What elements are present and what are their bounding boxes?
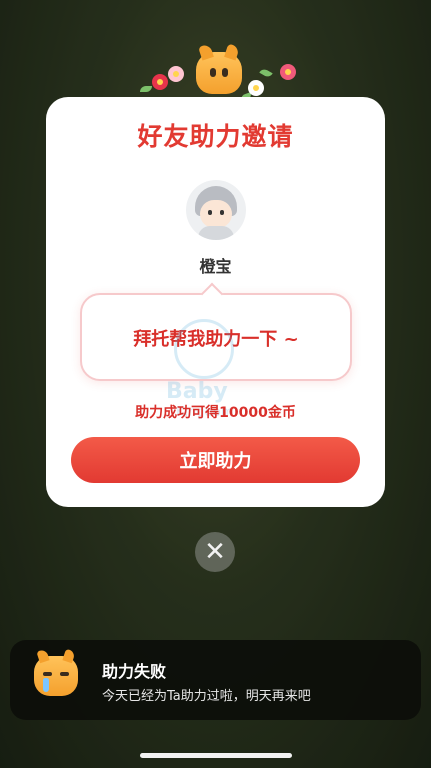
invite-card: 好友助力邀请 橙宝 拜托帮我助力一下 ~ Baby Kingdom 助力成功可得… bbox=[46, 97, 385, 507]
flower-icon bbox=[168, 66, 184, 82]
toast-message: 今天已经为Ta助力过啦，明天再来吧 bbox=[102, 689, 311, 704]
reward-text: 助力成功可得10000金币 bbox=[135, 405, 296, 421]
inviter-avatar bbox=[186, 180, 246, 240]
flower-icon bbox=[152, 74, 168, 90]
flower-icon bbox=[280, 64, 296, 80]
close-button[interactable]: ✕ bbox=[195, 532, 235, 572]
toast-notification: 助力失败 今天已经为Ta助力过啦，明天再来吧 bbox=[10, 640, 421, 720]
toast-title: 助力失败 bbox=[102, 662, 167, 681]
home-indicator[interactable] bbox=[140, 753, 292, 758]
leaf-icon bbox=[259, 67, 273, 79]
close-icon: ✕ bbox=[204, 537, 226, 567]
inviter-name: 橙宝 bbox=[199, 257, 232, 276]
card-title: 好友助力邀请 bbox=[137, 122, 294, 151]
mascot-icon bbox=[196, 52, 242, 94]
leaf-icon bbox=[140, 86, 152, 92]
flower-icon bbox=[248, 80, 264, 96]
bubble-message: 拜托帮我助力一下 ~ bbox=[133, 329, 299, 350]
crying-mascot-icon bbox=[34, 656, 78, 696]
help-now-button[interactable]: 立即助力 bbox=[71, 437, 360, 483]
message-bubble: 拜托帮我助力一下 ~ bbox=[80, 293, 352, 381]
